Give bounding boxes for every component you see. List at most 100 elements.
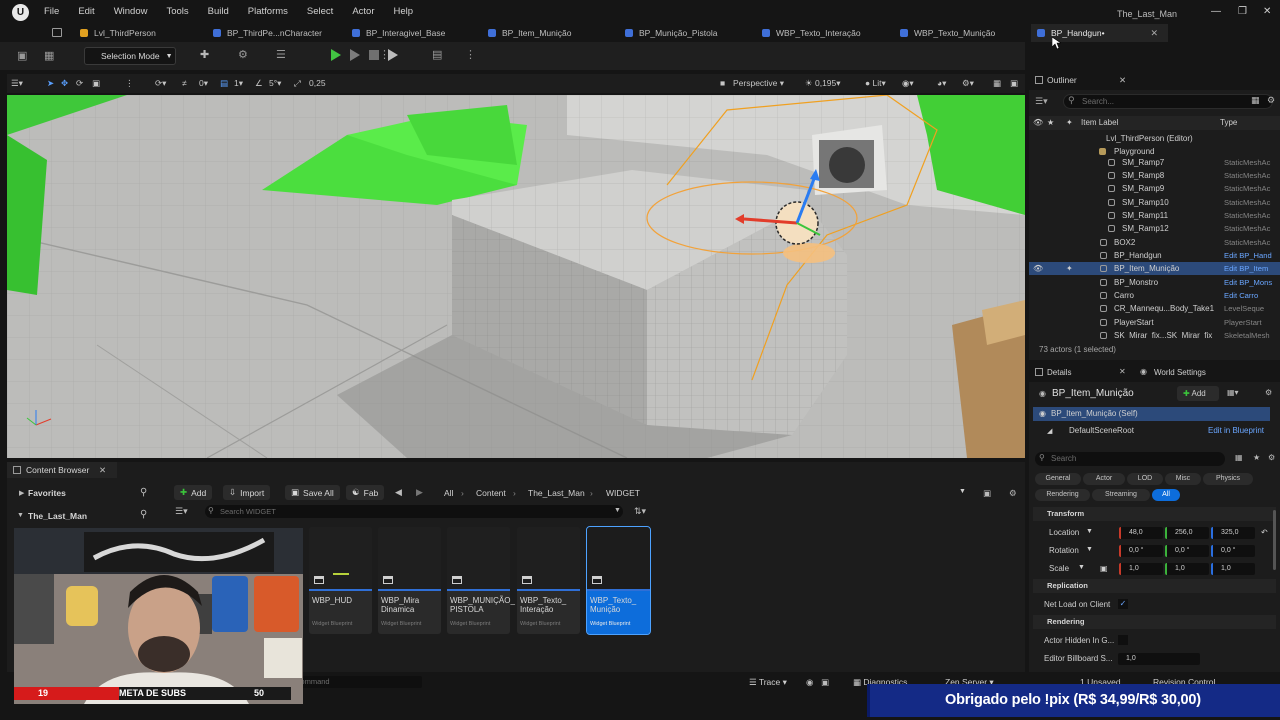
- close-window-icon[interactable]: ✕: [1263, 6, 1271, 17]
- tab-lvl-thirdperson[interactable]: Lvl_ThirdPerson: [76, 24, 196, 42]
- scene-root-label[interactable]: DefaultSceneRoot: [1069, 426, 1134, 435]
- menu-edit[interactable]: Edit: [78, 6, 94, 17]
- location-label[interactable]: Location: [1049, 528, 1079, 537]
- tree-row[interactable]: SM_Ramp12 StaticMeshAc: [1029, 222, 1280, 235]
- expand-arrow-icon[interactable]: ◢: [1047, 427, 1052, 435]
- chevron-down-icon[interactable]: ▼: [1086, 528, 1093, 535]
- tree-row[interactable]: SM_Ramp10 StaticMeshAc: [1029, 196, 1280, 209]
- content-drawer-icon[interactable]: ▦: [44, 49, 54, 62]
- scale-z-field[interactable]: 1,0: [1211, 563, 1255, 575]
- edit-blueprint-link[interactable]: Edit BP_Item: [1224, 264, 1268, 273]
- scale-snap-icon[interactable]: ⤢: [294, 78, 301, 89]
- chevron-down-icon[interactable]: ▼: [1078, 564, 1085, 571]
- chevron-down-icon[interactable]: ▼: [1086, 546, 1093, 553]
- lit-dropdown[interactable]: ● Lit▾: [865, 78, 886, 89]
- menu-actor[interactable]: Actor: [352, 6, 374, 17]
- rotation-z-field[interactable]: 0,0 °: [1211, 545, 1255, 557]
- fab-button[interactable]: ☯ Fab: [346, 485, 385, 500]
- close-content-browser-icon[interactable]: ✕: [99, 462, 106, 478]
- rendering-category[interactable]: Rendering: [1033, 615, 1276, 629]
- asset-tile[interactable]: WBP_Mira Dinamica Widget Blueprint: [378, 527, 441, 634]
- outliner-search-input[interactable]: Search...: [1063, 94, 1273, 109]
- platforms-icon[interactable]: ▤: [432, 48, 442, 61]
- selection-mode-dropdown[interactable]: Selection Mode ▼: [84, 47, 176, 65]
- breadcrumb-all[interactable]: All: [444, 488, 453, 498]
- add-component-button[interactable]: ✚ Add: [1177, 386, 1219, 401]
- visibility-icon[interactable]: 👁: [1033, 118, 1043, 127]
- trace-menu[interactable]: ☰ Trace ▾: [749, 677, 787, 688]
- filter-rendering[interactable]: Rendering: [1035, 489, 1090, 501]
- edit-blueprint-link[interactable]: Edit Carro: [1224, 291, 1258, 300]
- rotation-x-field[interactable]: 0,0 °: [1119, 545, 1163, 557]
- show-flags-icon[interactable]: ◉▾: [902, 78, 914, 89]
- scale-snap-value[interactable]: 0,25: [309, 78, 326, 88]
- add-folder-icon[interactable]: ▦: [1251, 95, 1260, 106]
- net-load-checkbox[interactable]: ✓: [1118, 599, 1128, 609]
- more-tools-icon[interactable]: ⋮: [125, 78, 134, 89]
- lock-icon[interactable]: ▣: [983, 488, 991, 499]
- minimize-icon[interactable]: —: [1211, 6, 1221, 17]
- close-tab-icon[interactable]: ✕: [1151, 28, 1159, 39]
- search-folders-icon[interactable]: ⚲: [140, 509, 147, 520]
- grid-snap-icon[interactable]: ▤: [220, 78, 228, 89]
- tree-row[interactable]: SM_Ramp9 StaticMeshAc: [1029, 182, 1280, 195]
- filter-misc[interactable]: Misc: [1165, 473, 1201, 485]
- rotation-y-field[interactable]: 0,0 °: [1165, 545, 1209, 557]
- forward-icon[interactable]: ▶: [416, 487, 423, 498]
- location-z-field[interactable]: 325,0: [1211, 527, 1255, 539]
- pin-icon[interactable]: ✦: [1066, 264, 1073, 273]
- sort-icon[interactable]: ⇅▾: [634, 506, 646, 517]
- menu-tools[interactable]: Tools: [166, 6, 188, 17]
- grid-snap-value[interactable]: 0▾: [199, 78, 208, 89]
- level-viewport[interactable]: [7, 95, 1025, 458]
- details-settings-icon[interactable]: ⚙: [1265, 388, 1272, 397]
- filter-lod[interactable]: LOD: [1127, 473, 1163, 485]
- tree-row[interactable]: CR_Mannequ...Body_Take1 LevelSeque: [1029, 302, 1280, 315]
- settings-more-icon[interactable]: ⋮: [465, 48, 476, 61]
- layout-icon[interactable]: ▦: [993, 78, 1001, 89]
- filter-general[interactable]: General: [1035, 473, 1081, 485]
- filter-icon[interactable]: ☰▾: [1035, 96, 1048, 107]
- stop-icon[interactable]: [369, 50, 379, 60]
- import-button[interactable]: ⇩ Import: [223, 485, 271, 500]
- filter-streaming[interactable]: Streaming: [1092, 489, 1150, 501]
- content-browser-tab[interactable]: Content Browser ✕: [7, 462, 117, 478]
- add-asset-button[interactable]: ✚ Add: [174, 485, 213, 500]
- chevron-down-icon[interactable]: ▼: [614, 507, 621, 514]
- select-tool-icon[interactable]: ➤: [47, 78, 54, 89]
- tree-row-selected[interactable]: 👁 ✦ BP_Item_Munição Edit BP_Item: [1029, 262, 1280, 276]
- asset-tile[interactable]: WBP_HUD Widget Blueprint: [309, 527, 372, 634]
- actor-hidden-checkbox[interactable]: [1118, 635, 1128, 645]
- cinematics-icon[interactable]: ☰: [276, 48, 286, 61]
- breadcrumb-widget[interactable]: WIDGET: [606, 488, 640, 498]
- tree-row[interactable]: SM_Ramp11 StaticMeshAc: [1029, 209, 1280, 222]
- search-favorites-icon[interactable]: ⚲: [140, 487, 147, 498]
- performance-icon[interactable]: ◕▾: [937, 78, 946, 89]
- asset-tile[interactable]: WBP_MUNIÇÃO_ PISTOLA Widget Blueprint: [447, 527, 515, 634]
- filter-icon[interactable]: ☰▾: [175, 506, 188, 517]
- favorites-star-icon[interactable]: ★: [1253, 453, 1260, 462]
- tree-row-level[interactable]: Lvl_ThirdPerson (Editor): [1029, 132, 1280, 145]
- location-x-field[interactable]: 48,0: [1119, 527, 1163, 539]
- command-input[interactable]: Command: [289, 676, 422, 688]
- menu-window[interactable]: Window: [114, 6, 148, 17]
- outliner-settings-icon[interactable]: ⚙: [1267, 95, 1275, 106]
- favorites-section[interactable]: Favorites: [28, 488, 66, 498]
- blueprints-icon[interactable]: ⚙: [238, 48, 248, 61]
- rotation-snap-value[interactable]: 1▾: [234, 78, 243, 89]
- tree-row[interactable]: SM_Ramp8 StaticMeshAc: [1029, 169, 1280, 182]
- menu-build[interactable]: Build: [208, 6, 229, 17]
- self-component-row[interactable]: BP_Item_Munição (Self): [1033, 407, 1270, 421]
- tab-wbp-texto-municao[interactable]: WBP_Texto_Munição: [900, 24, 1025, 42]
- blueprint-options-icon[interactable]: ▦▾: [1227, 388, 1239, 397]
- unreal-logo-icon[interactable]: U: [12, 4, 29, 21]
- home-icon[interactable]: [52, 28, 62, 37]
- filter-all[interactable]: All: [1152, 489, 1180, 501]
- expand-arrow-icon[interactable]: ▶: [19, 489, 24, 497]
- asset-tile[interactable]: WBP_Texto_ Interação Widget Blueprint: [517, 527, 580, 634]
- perspective-dropdown[interactable]: Perspective ▾: [733, 78, 784, 89]
- viewport-menu-icon[interactable]: ☰▾: [11, 78, 23, 89]
- history-dropdown-icon[interactable]: ▼: [959, 488, 966, 495]
- edit-in-blueprint-link[interactable]: Edit in Blueprint: [1208, 426, 1264, 435]
- step-icon[interactable]: [350, 49, 360, 61]
